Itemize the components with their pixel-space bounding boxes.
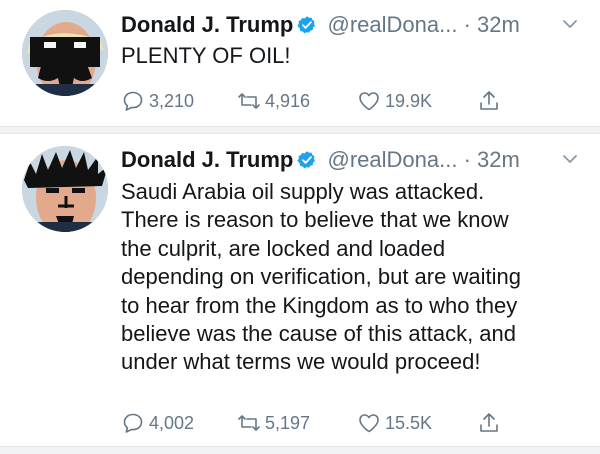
retweet-count: 5,197: [265, 412, 311, 433]
like-button[interactable]: 15.5K: [357, 408, 432, 438]
tweet[interactable]: Donald J. Trump @realDona... · 32m Saudi…: [0, 134, 600, 446]
like-button[interactable]: 19.9K: [357, 86, 432, 116]
author-name[interactable]: Donald J. Trump: [121, 147, 293, 172]
avatar[interactable]: [22, 146, 108, 232]
reply-count: 4,002: [149, 412, 195, 433]
tweet[interactable]: Donald J. Trump @realDona... · 32m PLENT…: [0, 0, 600, 126]
retweet-button[interactable]: 4,916: [237, 86, 310, 116]
tweet-actions: 3,210 4,916 19.9K: [121, 86, 600, 116]
tweet-text: PLENTY OF OIL!: [121, 43, 291, 68]
tweet-text: Saudi Arabia oil supply was attacked. Th…: [121, 179, 521, 375]
avatar-image: [22, 10, 108, 96]
share-button[interactable]: [477, 86, 505, 116]
like-count: 15.5K: [385, 412, 433, 433]
separator-dot: ·: [463, 12, 471, 37]
retweet-icon: [238, 93, 260, 109]
share-button[interactable]: [477, 408, 505, 438]
author-handle[interactable]: @realDona...: [327, 147, 457, 172]
reply-button[interactable]: 4,002: [121, 408, 194, 438]
chevron-down-icon[interactable]: [560, 14, 580, 34]
reply-button[interactable]: 3,210: [121, 86, 194, 116]
tweet-header: Donald J. Trump @realDona... · 32m: [121, 145, 580, 175]
tweet-divider: [0, 126, 600, 134]
retweet-count: 4,916: [265, 90, 311, 111]
heart-icon: [359, 414, 379, 433]
tweet-actions: 4,002 5,197 15.5K: [121, 408, 600, 438]
verified-badge-icon: [297, 16, 316, 34]
like-count: 19.9K: [385, 90, 433, 111]
tweet-header: Donald J. Trump @realDona... · 32m: [121, 10, 580, 40]
separator-dot: ·: [463, 147, 471, 172]
reply-icon: [123, 413, 143, 433]
timestamp[interactable]: 32m: [477, 12, 520, 37]
share-icon: [480, 413, 498, 432]
share-icon: [480, 91, 498, 110]
avatar[interactable]: [22, 10, 108, 96]
author-name[interactable]: Donald J. Trump: [121, 12, 293, 37]
reply-icon: [123, 91, 143, 111]
avatar-image: [22, 146, 108, 232]
retweet-button[interactable]: 5,197: [237, 408, 310, 438]
chevron-down-icon[interactable]: [560, 149, 580, 169]
heart-icon: [359, 92, 379, 111]
reply-count: 3,210: [149, 90, 195, 111]
retweet-icon: [238, 415, 260, 431]
author-handle[interactable]: @realDona...: [327, 12, 457, 37]
tweet-divider: [0, 446, 600, 454]
verified-badge-icon: [297, 151, 316, 169]
timestamp[interactable]: 32m: [477, 147, 520, 172]
